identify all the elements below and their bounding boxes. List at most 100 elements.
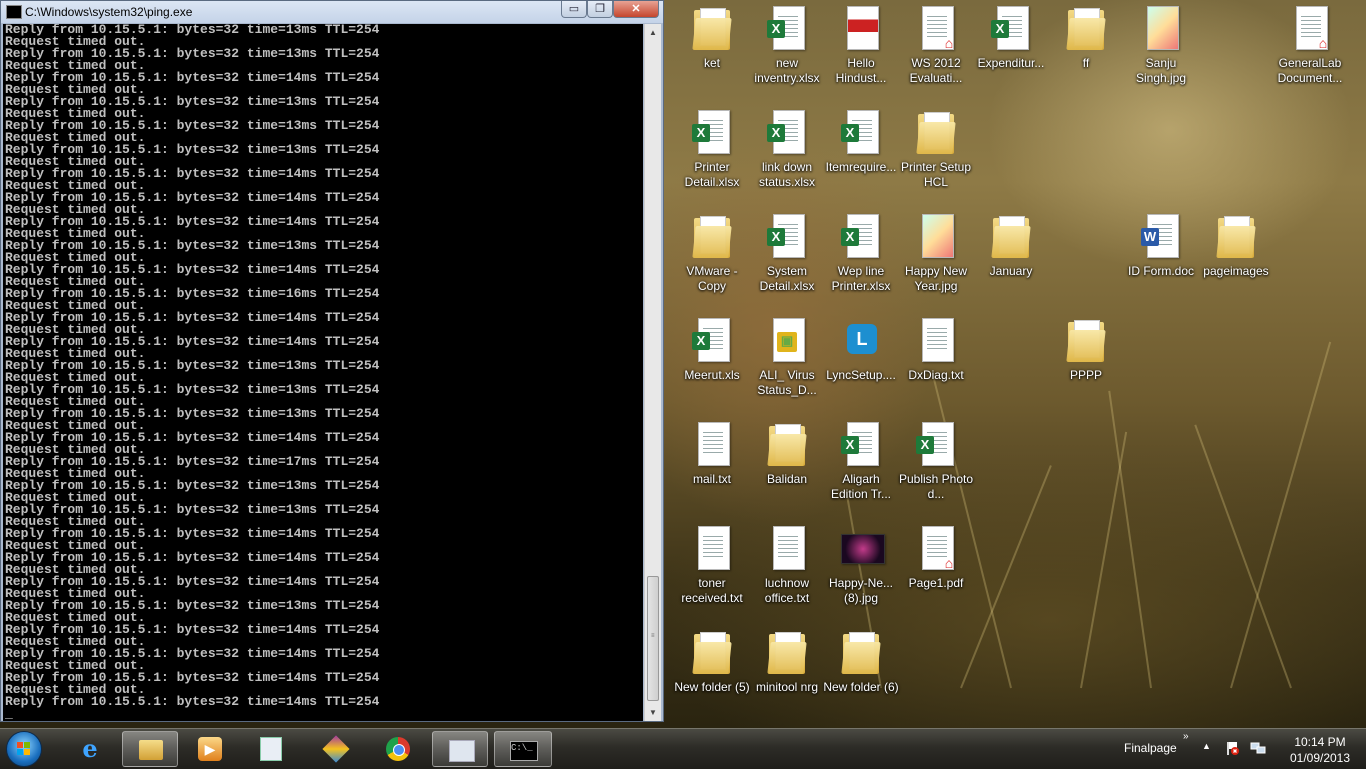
folder-icon <box>692 214 732 260</box>
desktop-icon-label: Publish Photo d... <box>898 472 974 501</box>
taskbar-winrar-button[interactable] <box>308 731 364 767</box>
folder-icon <box>1066 6 1106 52</box>
desktop-icon-label: Printer Detail.xlsx <box>684 160 740 189</box>
desktop-icon[interactable]: toner received.txt <box>674 526 750 606</box>
desktop-icon[interactable]: X Printer Detail.xlsx <box>674 110 750 190</box>
show-hidden-icons-arrow-icon[interactable]: ▲ <box>1202 741 1211 751</box>
folder-icon <box>991 214 1031 260</box>
console-app-icon <box>6 5 22 19</box>
start-button[interactable] <box>6 731 42 767</box>
desktop-icon[interactable]: W ID Form.doc <box>1123 214 1199 279</box>
desktop-icon-label: Expenditur... <box>977 56 1045 70</box>
desktop-icon[interactable]: Xlink down status.xlsx <box>749 110 825 190</box>
desktop-icon[interactable]: Happy-Ne... (8).jpg <box>823 526 899 606</box>
tray-toolbar-label[interactable]: Finalpage <box>1124 741 1177 755</box>
desktop-icon[interactable]: Hello Hindust... <box>823 6 899 86</box>
scrollbar-thumb[interactable]: ≡ <box>647 576 659 701</box>
desktop-icon-label: luchnow office.txt <box>764 576 810 605</box>
desktop-icon[interactable]: ▣ ALI_ Virus Status_D... <box>749 318 825 398</box>
desktop-icon[interactable]: Happy New Year.jpg <box>898 214 974 294</box>
desktop-icon[interactable]: ket <box>674 6 750 71</box>
desktop-icon[interactable]: New folder (6) <box>823 630 899 695</box>
minimize-button[interactable]: ▭ <box>561 1 587 18</box>
folder-icon <box>916 110 956 156</box>
scroll-up-arrow-icon[interactable]: ▲ <box>645 24 661 41</box>
desktop-icon-label: PPPP <box>1069 368 1102 382</box>
console-window[interactable]: C:\Windows\system32\ping.exe ▭ ❐ ✕ Reply… <box>0 0 664 722</box>
taskbar-ie-button[interactable]: e <box>62 731 118 767</box>
text-file-icon <box>767 526 807 572</box>
desktop-icon[interactable]: DxDiag.txt <box>898 318 974 383</box>
desktop-icon-label: GeneralLab Document... <box>1277 56 1343 85</box>
excel-file-icon: X <box>692 110 732 156</box>
desktop-icon-label: Itemrequire... <box>825 160 897 174</box>
desktop-icon-label: Meerut.xls <box>684 368 740 382</box>
desktop-icon[interactable]: ⌂ WS 2012 Evaluati... <box>898 6 974 86</box>
desktop-icon[interactable]: minitool nrg <box>749 630 825 695</box>
taskbar-chrome-button[interactable] <box>370 731 426 767</box>
word-file-icon: W <box>1141 214 1181 260</box>
console-scrollbar[interactable]: ▲ ≡ ▼ <box>644 24 661 721</box>
close-button[interactable]: ✕ <box>613 1 659 18</box>
network-icon[interactable] <box>1250 740 1266 756</box>
console-output-area[interactable]: Reply from 10.15.5.1: bytes=32 time=13ms… <box>3 24 643 721</box>
desktop-icon[interactable]: pageimages <box>1198 214 1274 279</box>
clock-date: 01/09/2013 <box>1289 751 1351 765</box>
desktop-icon[interactable]: ⌂ GeneralLab Document... <box>1272 6 1348 86</box>
desktop-icon-label: LyncSetup.... <box>826 368 896 382</box>
desktop-icon[interactable]: New folder (5) <box>674 630 750 695</box>
scroll-down-arrow-icon[interactable]: ▼ <box>645 704 661 721</box>
pdf-file-icon: ⌂ <box>916 6 956 52</box>
desktop-icon-label: ff <box>1082 56 1090 70</box>
windows-logo-icon <box>17 742 31 756</box>
desktop-icon[interactable]: VMware - Copy <box>674 214 750 294</box>
file-icon: ▣ <box>767 318 807 364</box>
desktop-icon[interactable]: Xnew inventry.xlsx <box>749 6 825 86</box>
desktop-icon[interactable]: X Expenditur... <box>973 6 1049 71</box>
desktop-icon[interactable]: PPPP <box>1048 318 1124 383</box>
desktop-icon[interactable]: L LyncSetup.... <box>823 318 899 383</box>
taskbar-explorer-button[interactable] <box>122 731 178 767</box>
console-title-bar[interactable]: C:\Windows\system32\ping.exe ▭ ❐ ✕ <box>1 1 663 23</box>
pdf-file-icon: ⌂ <box>916 526 956 572</box>
maximize-button[interactable]: ❐ <box>587 1 613 18</box>
taskbar-command-prompt-button[interactable]: C:\_ <box>494 731 552 767</box>
desktop-icon[interactable]: X Itemrequire... <box>823 110 899 175</box>
desktop-icon[interactable]: mail.txt <box>674 422 750 487</box>
desktop-icon-label: Aligarh Edition Tr... <box>830 472 892 501</box>
excel-file-icon: X <box>841 422 881 468</box>
excel-file-icon: X <box>991 6 1031 52</box>
desktop-icon-label: Balidan <box>766 472 808 486</box>
desktop-icon[interactable]: Printer Setup HCL <box>898 110 974 190</box>
desktop-icon[interactable]: X Aligarh Edition Tr... <box>823 422 899 502</box>
command-prompt-icon: C:\_ <box>510 741 538 761</box>
desktop-icon[interactable]: X System Detail.xlsx <box>749 214 825 294</box>
desktop-icon[interactable]: X Meerut.xls <box>674 318 750 383</box>
image-file-icon <box>1141 6 1181 52</box>
image-file-icon <box>841 526 885 572</box>
image-file-icon <box>916 214 956 260</box>
chrome-icon <box>386 737 410 761</box>
taskbar-document-button[interactable] <box>242 731 298 767</box>
desktop-icon-label: Page1.pdf <box>908 576 964 590</box>
window-icon <box>449 740 475 762</box>
desktop-icon[interactable]: ff <box>1048 6 1124 71</box>
desktop-icon-label: Happy-Ne... (8).jpg <box>828 576 894 605</box>
desktop-icon[interactable]: Sanju Singh.jpg <box>1123 6 1199 86</box>
desktop-icon-label: ID Form.doc <box>1127 264 1194 278</box>
desktop-icon-label: Sanju Singh.jpg <box>1135 56 1187 85</box>
taskbar-media-player-button[interactable]: ▶ <box>182 731 238 767</box>
desktop-icon[interactable]: X Publish Photo d... <box>898 422 974 502</box>
action-center-flag-icon[interactable] <box>1224 740 1240 756</box>
folder-icon <box>1066 318 1106 364</box>
desktop-icon[interactable]: luchnow office.txt <box>749 526 825 606</box>
desktop-icon[interactable]: X Wep line Printer.xlsx <box>823 214 899 294</box>
desktop-icon-label: New folder (6) <box>823 680 899 694</box>
folder-icon <box>692 6 732 52</box>
tray-clock[interactable]: 10:14 PM 01/09/2013 <box>1280 734 1360 766</box>
desktop-icon[interactable]: ⌂ Page1.pdf <box>898 526 974 591</box>
toolbar-chevron-icon[interactable]: » <box>1183 731 1189 742</box>
desktop-icon[interactable]: Balidan <box>749 422 825 487</box>
desktop-icon[interactable]: January <box>973 214 1049 279</box>
taskbar-window-button[interactable] <box>432 731 488 767</box>
